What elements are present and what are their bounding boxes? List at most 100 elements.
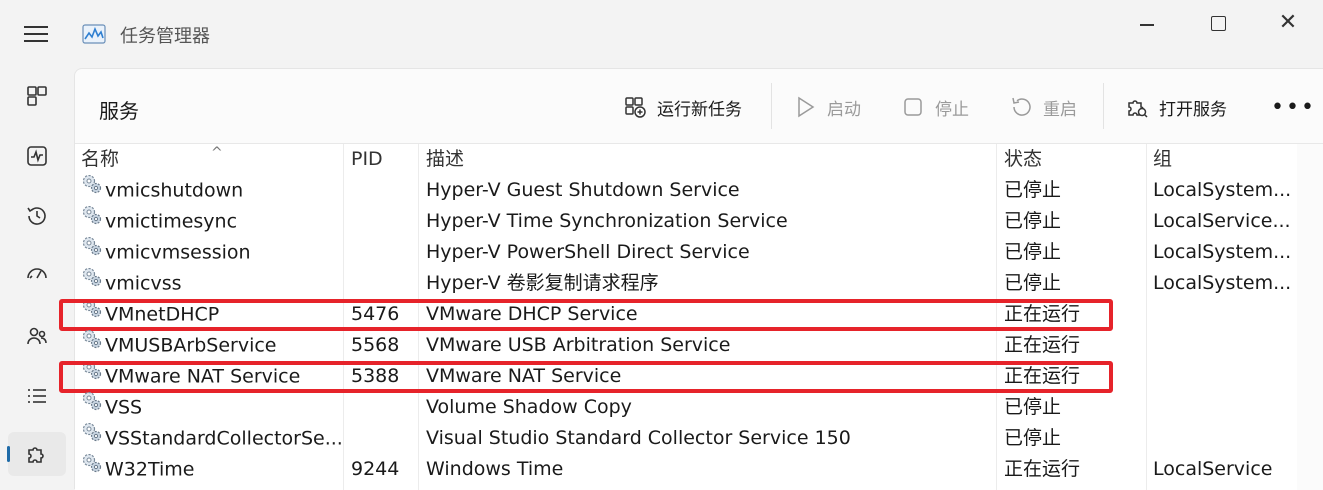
description-cell-text: Hyper-V PowerShell Direct Service bbox=[426, 241, 750, 263]
restart-button[interactable]: 重启 bbox=[1009, 89, 1077, 125]
table-row[interactable]: VMnetDHCP 5476 VMware DHCP Service 正在运行 bbox=[59, 299, 1297, 331]
group-cell bbox=[1153, 423, 1293, 454]
open-services-button[interactable]: 打开服务 bbox=[1125, 89, 1227, 125]
column-header-group[interactable]: 组 bbox=[1153, 144, 1293, 175]
stop-label: 停止 bbox=[935, 99, 969, 120]
sidebar-item-processes[interactable] bbox=[8, 74, 66, 118]
service-name-cell: vmicvmsession bbox=[81, 237, 343, 268]
column-header-status[interactable]: 状态 bbox=[1004, 144, 1148, 175]
table-row[interactable]: vmicshutdown Hyper-V Guest Shutdown Servi… bbox=[75, 175, 1297, 206]
sidebar-item-details[interactable] bbox=[8, 374, 66, 418]
service-name-cell: W32Time bbox=[81, 454, 343, 485]
main-content: 服务 运行新任务 启动 停止 重启 打开服务 ••• 名称 ^ PID 描述 状… bbox=[59, 68, 1323, 490]
group-cell: LocalService bbox=[1153, 454, 1293, 485]
sidebar-item-services[interactable] bbox=[7, 432, 66, 476]
run-task-icon bbox=[625, 97, 646, 118]
sidebar-nav bbox=[0, 68, 74, 488]
table-row[interactable]: W32Time 9244 Windows Time 正在运行 LocalService bbox=[75, 454, 1297, 485]
pid-cell-text: 5476 bbox=[351, 303, 400, 325]
group-cell bbox=[1153, 392, 1293, 423]
description-cell-text: VMware DHCP Service bbox=[426, 303, 638, 325]
window-title: 任务管理器 bbox=[120, 26, 210, 47]
history-icon bbox=[27, 207, 46, 225]
status-cell-text: 正在运行 bbox=[1004, 458, 1081, 480]
description-cell: Volume Shadow Copy bbox=[426, 392, 996, 423]
pid-cell-text: 5388 bbox=[351, 365, 400, 387]
more-options-button[interactable]: ••• bbox=[1271, 95, 1316, 120]
description-cell-text: Hyper-V Guest Shutdown Service bbox=[426, 179, 740, 201]
close-button[interactable]: ✕ bbox=[1268, 12, 1308, 36]
group-cell-text: LocalSystem... bbox=[1153, 241, 1292, 263]
open-services-icon bbox=[1128, 100, 1148, 118]
service-name-cell-text: vmicshutdown bbox=[105, 179, 244, 202]
group-cell: LocalSystem... bbox=[1153, 175, 1293, 206]
table-row[interactable]: vmictimesync Hyper-V Time Synchronization… bbox=[75, 206, 1297, 237]
pid-cell: 5476 bbox=[351, 299, 419, 330]
service-gear-icon bbox=[81, 423, 103, 453]
description-cell-text: Hyper-V 卷影复制请求程序 bbox=[426, 272, 659, 294]
column-header-pid[interactable]: PID bbox=[351, 144, 419, 175]
pid-cell bbox=[351, 206, 419, 237]
pid-cell-text: 9244 bbox=[351, 458, 400, 480]
service-name-cell: VMUSBArbService bbox=[81, 330, 343, 361]
description-cell: VMware USB Arbitration Service bbox=[426, 330, 996, 361]
description-cell-text: Volume Shadow Copy bbox=[426, 396, 632, 418]
maximize-button[interactable] bbox=[1198, 12, 1238, 36]
minimize-button[interactable] bbox=[1126, 12, 1166, 36]
pid-cell: 5388 bbox=[351, 361, 419, 392]
description-cell: Hyper-V Time Synchronization Service bbox=[426, 206, 996, 237]
description-cell: VMware DHCP Service bbox=[426, 299, 996, 330]
status-cell-text: 已停止 bbox=[1004, 179, 1062, 201]
description-cell: Windows Time bbox=[426, 454, 996, 485]
status-cell: 已停止 bbox=[1004, 392, 1148, 423]
table-row[interactable]: VMUSBArbService 5568 VMware USB Arbitratio… bbox=[75, 330, 1297, 361]
stop-button[interactable]: 停止 bbox=[901, 89, 969, 125]
status-cell: 已停止 bbox=[1004, 175, 1148, 206]
column-header-name[interactable]: 名称 ^ bbox=[81, 144, 343, 175]
service-name-cell: VMware NAT Service bbox=[81, 361, 343, 392]
table-row[interactable]: vmicvss Hyper-V 卷影复制请求程序 已停止 LocalSystem... bbox=[75, 268, 1297, 299]
pid-cell: 9244 bbox=[351, 454, 419, 485]
table-row[interactable]: VMware NAT Service 5388 VMware NAT Service… bbox=[59, 361, 1297, 393]
service-name-cell-text: VMware NAT Service bbox=[105, 365, 301, 388]
status-cell: 正在运行 bbox=[1004, 299, 1148, 330]
status-cell-text: 正在运行 bbox=[1004, 334, 1081, 356]
run-new-task-button[interactable]: 运行新任务 bbox=[623, 89, 742, 125]
play-icon bbox=[798, 96, 815, 118]
sidebar-item-startup[interactable] bbox=[8, 252, 66, 296]
service-name-cell-text: vmicvss bbox=[105, 272, 182, 295]
table-row[interactable]: VSS Volume Shadow Copy 已停止 bbox=[75, 392, 1297, 423]
table-row[interactable]: vmicvmsession Hyper-V PowerShell Direct S… bbox=[75, 237, 1297, 268]
service-gear-icon bbox=[81, 175, 103, 205]
pulse-icon bbox=[27, 146, 47, 166]
group-cell-text: LocalService... bbox=[1153, 210, 1291, 232]
title-bar: 任务管理器 ✕ bbox=[0, 0, 1323, 68]
start-label: 启动 bbox=[827, 99, 861, 120]
hamburger-menu-icon[interactable] bbox=[24, 26, 48, 44]
group-cell bbox=[1153, 361, 1293, 392]
service-name-cell-text: W32Time bbox=[105, 458, 195, 481]
description-cell: Hyper-V PowerShell Direct Service bbox=[426, 237, 996, 268]
start-button[interactable]: 启动 bbox=[793, 89, 861, 125]
sidebar-item-performance[interactable] bbox=[8, 134, 66, 178]
service-name-cell-text: VMnetDHCP bbox=[105, 303, 220, 326]
sidebar-item-users[interactable] bbox=[8, 314, 66, 358]
service-name-cell: vmicvss bbox=[81, 268, 343, 299]
status-cell-text: 正在运行 bbox=[1004, 303, 1081, 325]
service-name-cell-text: VSS bbox=[105, 396, 143, 419]
description-cell: Visual Studio Standard Collector Service… bbox=[426, 423, 996, 454]
group-cell bbox=[1153, 299, 1293, 330]
column-header-description[interactable]: 描述 bbox=[426, 144, 996, 175]
description-cell-text: VMware USB Arbitration Service bbox=[426, 334, 731, 356]
service-name-cell-text: vmicvmsession bbox=[105, 241, 251, 264]
vertical-scrollbar[interactable] bbox=[1297, 144, 1323, 490]
restart-label: 重启 bbox=[1043, 99, 1077, 120]
status-cell-text: 已停止 bbox=[1004, 210, 1062, 232]
table-header: 名称 ^ PID 描述 状态 组 bbox=[75, 144, 1297, 175]
service-name-cell-text: VSStandardCollectorSe... bbox=[105, 427, 343, 450]
status-cell: 正在运行 bbox=[1004, 454, 1148, 485]
table-row[interactable]: VSStandardCollectorSe... Visual Studio St… bbox=[75, 423, 1297, 454]
sidebar-item-app-history[interactable] bbox=[8, 194, 66, 238]
service-name-cell-text: vmictimesync bbox=[105, 210, 238, 233]
pid-cell bbox=[351, 268, 419, 299]
